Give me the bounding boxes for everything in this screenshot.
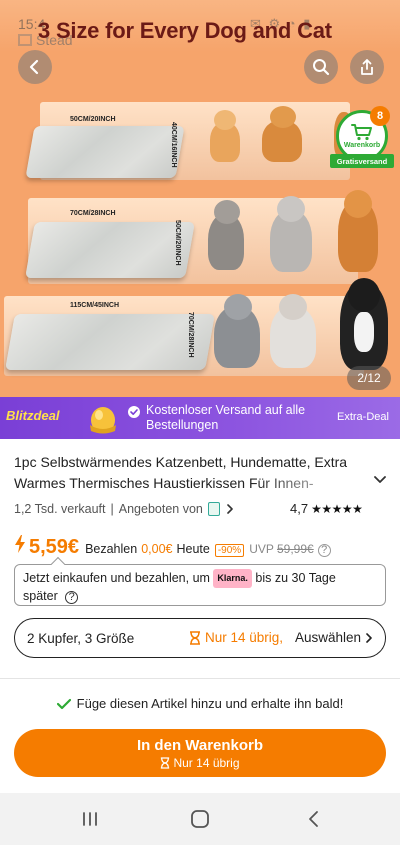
lightning-icon [15, 535, 25, 553]
product-image-carousel[interactable]: 15:4 ✉ ⚙ ◔ ▮ Stead 3 Size for Every Dog … [0, 0, 400, 397]
blitzdeal-message: Kostenloser Versand auf alle Bestellunge… [146, 403, 306, 432]
recents-icon [83, 812, 97, 826]
free-shipping-ribbon: Gratisversand [330, 154, 394, 168]
star-rating-icon: ★★★★★ [311, 501, 363, 516]
pay-label: Bezahlen [85, 542, 138, 556]
system-back-button[interactable] [294, 807, 334, 831]
golden-egg-icon [90, 407, 116, 434]
recents-button[interactable] [70, 807, 110, 831]
size-large-width: 115CM/45INCH [70, 302, 120, 309]
sold-count: 1,2 Tsd. verkauft [14, 502, 106, 516]
ragdoll-cat-image [270, 294, 316, 368]
rating[interactable]: 4,7 ★★★★★ [290, 501, 363, 516]
pay-today: Heute [176, 542, 210, 556]
search-button[interactable] [304, 50, 338, 84]
corgi-image [262, 106, 302, 162]
hourglass-icon [190, 630, 200, 645]
share-icon [361, 59, 373, 75]
blitzdeal-banner[interactable]: Blitzdeal Kostenloser Versand auf alle B… [0, 397, 400, 439]
variant-selector[interactable]: 2 Kupfer, 3 Größe Nur 14 übrig, Auswähle… [14, 618, 386, 658]
chevron-left-icon [29, 59, 39, 75]
add-to-cart-button[interactable]: In den Warenkorb Nur 14 übrig [14, 729, 386, 777]
back-button[interactable] [18, 50, 52, 84]
cart-count-badge: 8 [370, 106, 390, 126]
uvp-label: UVP [249, 542, 274, 556]
system-nav-bar [0, 793, 400, 845]
image-counter: 2/12 [347, 366, 391, 390]
discount-badge: -90% [214, 544, 245, 557]
size-small-width: 50CM/20INCH [70, 116, 116, 123]
klarna-info-icon[interactable]: ? [65, 591, 79, 604]
hero-title: 3 Size for Every Dog and Cat [38, 18, 332, 43]
offered-by-label[interactable]: Angeboten von [119, 502, 203, 516]
klarna-pointer [50, 556, 66, 572]
blitzdeal-logo: Blitzdeal [6, 408, 60, 423]
klarna-text-after: bis zu 30 Tage [255, 571, 336, 585]
variant-select-label: Auswählen [295, 630, 362, 645]
section-divider [0, 678, 400, 679]
klarna-text-before: Jetzt einkaufen und bezahlen, um [23, 571, 210, 585]
add-to-cart-note: Füge diesen Artikel hinzu und erhalte ih… [0, 696, 400, 711]
checkmark-icon [56, 698, 71, 709]
pet-mat-large [5, 314, 215, 370]
klarna-line2: später [23, 589, 58, 603]
price-row: 5,59€ Bezahlen 0,00€ Heute -90% UVP 59,9… [14, 535, 331, 559]
pet-mat-medium [25, 222, 195, 278]
size-medium-depth: 50CM/20INCH [174, 220, 181, 266]
pay-value: 0,00€ [141, 542, 173, 556]
add-note-text: Füge diesen Artikel hinzu und erhalte ih… [76, 696, 344, 711]
variant-stock: Nur 14 übrig, [189, 630, 283, 645]
pet-mat-small [25, 126, 185, 178]
product-page: 15:4 ✉ ⚙ ◔ ▮ Stead 3 Size for Every Dog … [0, 0, 400, 845]
rating-value: 4,7 [290, 501, 309, 516]
shopping-cart-icon [351, 124, 372, 141]
seller-icon[interactable] [207, 502, 220, 516]
back-icon [309, 811, 318, 827]
meta-row: 1,2 Tsd. verkauft | Angeboten von [14, 502, 235, 516]
cta-stock: Nur 14 übrig [160, 755, 240, 770]
cta-stock-text: Nur 14 übrig [173, 755, 240, 770]
chevron-right-icon [366, 632, 372, 643]
chevron-right-icon[interactable] [225, 503, 235, 515]
add-to-cart-label: In den Warenkorb [136, 736, 264, 754]
klarna-info[interactable]: Jetzt einkaufen und bezahlen, um Klarna.… [14, 556, 386, 606]
uvp-price: 59,99€ [277, 542, 314, 556]
variant-stock-text: Nur 14 übrig, [205, 630, 284, 645]
price: 5,59€ [29, 536, 80, 558]
share-button[interactable] [350, 50, 384, 84]
cart-badge[interactable]: Warenkorb 8 Gratisversand [330, 106, 394, 170]
variant-name: 2 Kupfer, 3 Größe [27, 630, 135, 646]
orange-cat-image [210, 110, 240, 162]
check-icon [128, 406, 140, 418]
size-small-depth: 40CM/16INCH [170, 122, 177, 168]
border-collie-image [340, 278, 388, 370]
cart-label: Warenkorb [343, 142, 381, 149]
meta-separator: | [110, 502, 114, 516]
home-button[interactable] [180, 807, 220, 831]
shiba-image-middle [338, 190, 378, 272]
grey-cat-image [214, 294, 260, 368]
chevron-down-icon[interactable] [373, 472, 387, 486]
variant-select-button[interactable]: Auswählen [295, 630, 374, 645]
tabby-cat-image [208, 200, 244, 270]
size-medium-width: 70CM/28INCH [70, 210, 116, 217]
title-fade [250, 473, 370, 494]
klarna-logo: Klarna. [213, 569, 252, 588]
extra-deal-label: Extra-Deal [337, 411, 389, 423]
brand-logo-icon [18, 34, 32, 46]
uvp: UVP 59,99€ [249, 542, 314, 556]
size-large-depth: 70CM/28INCH [187, 312, 194, 358]
british-shorthair-image [270, 196, 312, 272]
search-icon [313, 59, 330, 76]
info-icon[interactable]: ? [317, 543, 331, 557]
hourglass-icon [161, 756, 170, 769]
home-icon [191, 810, 209, 828]
